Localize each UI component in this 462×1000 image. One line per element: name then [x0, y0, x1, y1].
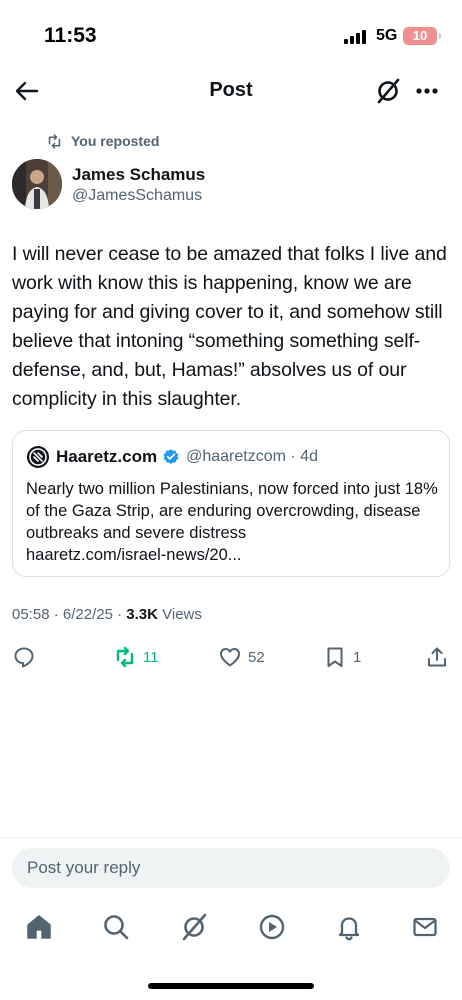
battery-icon: 10 — [403, 27, 441, 45]
views-count[interactable]: 3.3K — [126, 606, 158, 623]
bottom-tab-bar — [0, 906, 462, 950]
quoted-author-name: Haaretz.com — [56, 447, 158, 466]
author-handle[interactable]: @JamesSchamus — [72, 187, 202, 205]
home-indicator — [148, 983, 314, 989]
messages-icon — [413, 917, 437, 937]
post-actions: 11 52 1 — [0, 640, 462, 674]
grok-icon — [377, 78, 400, 104]
heart-icon — [220, 648, 240, 667]
network-type: 5G — [376, 27, 398, 44]
quoted-post-link[interactable]: haaretz.com/israel-news/20... — [26, 546, 242, 564]
quoted-post-body: Nearly two million Palestinians, now for… — [26, 480, 438, 542]
search-icon — [104, 915, 129, 940]
quoted-post[interactable]: Haaretz.com @haaretzcom · 4d Nearly two … — [12, 430, 450, 577]
status-bar: 11:53 5G 10 — [0, 0, 462, 70]
bookmark-icon — [327, 647, 343, 667]
repost-icon — [48, 133, 61, 149]
grok-button[interactable] — [373, 76, 403, 106]
signal-icon — [344, 30, 370, 44]
notifications-icon — [338, 917, 360, 941]
repost-active-icon — [116, 646, 134, 668]
views-label: Views — [162, 606, 202, 623]
repost-count: 11 — [143, 648, 159, 666]
avatar-image — [12, 159, 62, 209]
grok-icon — [182, 913, 207, 941]
quoted-author-handle: @haaretzcom — [186, 448, 286, 465]
post-meta: 05:58 · 6/22/25 · 3.3K Views — [12, 606, 202, 623]
post-time: 05:58 — [12, 606, 50, 623]
quoted-post-age: 4d — [300, 448, 318, 465]
post-date: 6/22/25 — [62, 606, 113, 623]
tab-video[interactable] — [257, 912, 287, 942]
quoted-post-text: Nearly two million Palestinians, now for… — [26, 478, 442, 566]
repost-indicator: You reposted — [46, 131, 159, 151]
bookmark-button[interactable]: 1 — [323, 640, 361, 674]
video-icon — [259, 914, 285, 940]
reply-button[interactable] — [12, 640, 36, 674]
repost-button[interactable]: 11 — [113, 640, 159, 674]
post-header: Post — [0, 70, 462, 110]
reply-input[interactable]: Post your reply — [12, 848, 450, 888]
haaretz-logo-icon — [27, 446, 49, 468]
tab-grok[interactable] — [179, 912, 209, 942]
bookmark-count: 1 — [353, 648, 362, 666]
reply-divider — [0, 837, 462, 838]
share-icon — [428, 647, 446, 667]
share-button[interactable] — [425, 640, 449, 674]
tab-search[interactable] — [101, 912, 131, 942]
author-name[interactable]: James Schamus — [72, 165, 205, 185]
like-button[interactable]: 52 — [218, 640, 265, 674]
status-time: 11:53 — [44, 24, 97, 47]
more-horizontal-icon — [416, 88, 438, 94]
like-count: 52 — [248, 648, 265, 666]
separator-dot: · — [285, 448, 301, 465]
home-icon — [27, 915, 51, 939]
repost-indicator-label: You reposted — [71, 133, 160, 149]
reply-icon — [14, 647, 34, 668]
post-text: I will never cease to be amazed that fol… — [12, 243, 447, 410]
tab-home[interactable] — [24, 912, 54, 942]
verified-badge-icon — [163, 449, 179, 464]
avatar[interactable] — [12, 159, 62, 209]
more-button[interactable] — [412, 76, 442, 106]
quoted-post-header: Haaretz.com @haaretzcom · 4d — [26, 445, 318, 469]
tab-messages[interactable] — [410, 912, 440, 942]
tab-notifications[interactable] — [334, 912, 364, 942]
